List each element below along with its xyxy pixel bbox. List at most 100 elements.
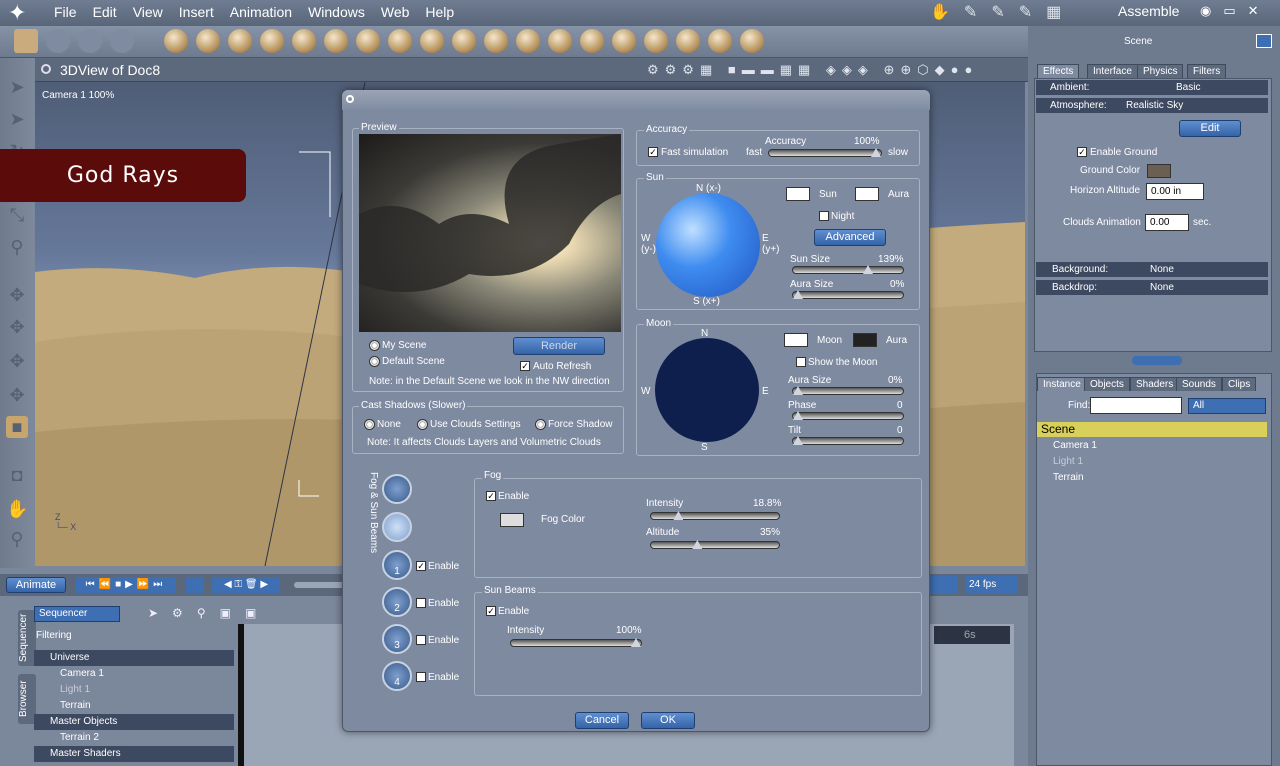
menu-view[interactable]: View (131, 0, 171, 22)
clouds-animation-input[interactable]: 0.00 (1145, 214, 1189, 231)
fog-enable-checkbox[interactable]: ✓ (486, 491, 496, 501)
target-icon[interactable] (708, 29, 732, 53)
accuracy-slider[interactable] (768, 148, 882, 157)
globe-icon[interactable] (228, 29, 252, 53)
tab-instance[interactable]: Instance (1037, 377, 1087, 391)
menu-help[interactable]: Help (423, 0, 462, 22)
aura-size-thumb[interactable] (793, 290, 803, 299)
phase-slider[interactable] (792, 411, 904, 420)
sphere-icon[interactable] (164, 29, 188, 53)
fast-sim-checkbox[interactable]: ✓ (648, 147, 658, 157)
my-scene-radio[interactable] (369, 340, 380, 351)
box-icon[interactable]: ■ (6, 416, 28, 438)
menu-insert[interactable]: Insert (177, 0, 222, 22)
window-controls[interactable]: ◉▭✕ (1200, 3, 1271, 19)
backdrop-row[interactable]: Backdrop: None (1036, 280, 1268, 295)
terrain-icon[interactable] (388, 29, 412, 53)
hierarchy-icon[interactable] (676, 29, 700, 53)
cancel-button[interactable]: Cancel (575, 712, 629, 729)
app-logo-icon[interactable]: ✦ (8, 1, 46, 25)
text-icon[interactable] (324, 29, 348, 53)
dialog-menu-icon[interactable] (346, 95, 354, 103)
tool-wrench-icon[interactable] (78, 29, 102, 53)
moon-position-orb[interactable] (655, 338, 759, 442)
torus-icon[interactable] (292, 29, 316, 53)
orbit-icon[interactable]: ✥ (6, 316, 28, 338)
cloud-layer-2-icon[interactable]: 2 (382, 587, 412, 617)
time-cursor[interactable] (238, 624, 244, 766)
tree-terrain[interactable]: Terrain (1053, 472, 1084, 483)
moon-aura-swatch[interactable] (853, 333, 877, 347)
tool-hand-icon[interactable] (46, 29, 70, 53)
track-terrain[interactable]: Terrain (34, 698, 234, 714)
dialog-titlebar[interactable] (342, 90, 930, 110)
track-camera[interactable]: Camera 1 (34, 666, 234, 682)
tab-interface[interactable]: Interface (1087, 64, 1138, 78)
bowl-icon[interactable] (580, 29, 604, 53)
zoom-view-icon[interactable]: ✥ (6, 350, 28, 372)
view-tool-icons[interactable]: ⚙⚙⚙▦ ■▬▬▦▦ ◈◈◈ ⊕⊕⬡◆●● (647, 62, 1017, 78)
sequencer-select[interactable]: Sequencer (34, 606, 120, 622)
bug-icon[interactable] (644, 29, 668, 53)
backdrop-value[interactable]: None (1150, 280, 1174, 295)
phase-thumb[interactable] (793, 411, 803, 420)
auto-refresh-checkbox[interactable]: ✓ (520, 361, 530, 371)
show-moon-checkbox[interactable] (796, 357, 806, 367)
force-shadow-radio[interactable] (535, 419, 546, 430)
scale-icon[interactable]: ⤡ (6, 204, 28, 226)
tool-wand-icon[interactable] (14, 29, 38, 53)
track-universe[interactable]: Universe (34, 650, 234, 666)
moon-color-swatch[interactable] (784, 333, 808, 347)
track-terrain2[interactable]: Terrain 2 (34, 730, 234, 746)
background-row[interactable]: Background: None (1036, 262, 1268, 277)
pointer-icon[interactable]: ➤ (6, 108, 28, 130)
panel-splitter[interactable] (1132, 356, 1182, 365)
plane-icon[interactable] (548, 29, 572, 53)
sun-size-slider[interactable] (792, 265, 904, 274)
layer3-enable-checkbox[interactable] (416, 635, 426, 645)
default-scene-radio[interactable] (369, 356, 380, 367)
edit-button[interactable]: Edit (1179, 120, 1241, 137)
view-menu-icon[interactable] (41, 64, 51, 74)
tree-scene[interactable]: Scene (1037, 422, 1267, 437)
scrub-dropdown[interactable] (930, 576, 958, 594)
move-icon[interactable]: ✥ (6, 284, 28, 306)
shadow-none-radio[interactable] (364, 419, 375, 430)
ambient-row[interactable]: Ambient: Basic (1036, 80, 1268, 95)
tab-shaders[interactable]: Shaders (1130, 377, 1180, 391)
ground-color-swatch[interactable] (1147, 164, 1171, 178)
link-icon[interactable]: ⚲ (6, 236, 28, 258)
fire-icon[interactable] (484, 29, 508, 53)
layer1-enable-checkbox[interactable]: ✓ (416, 561, 426, 571)
tab-clips[interactable]: Clips (1222, 377, 1257, 391)
plant-icon[interactable] (420, 29, 444, 53)
select-arrow-icon[interactable]: ➤ (6, 76, 28, 98)
haze-layer-icon[interactable] (382, 512, 412, 542)
bone-icon[interactable] (740, 29, 764, 53)
use-clouds-radio[interactable] (417, 419, 428, 430)
fog-altitude-slider[interactable] (650, 540, 780, 549)
cup-icon[interactable] (196, 29, 220, 53)
moon-aura-slider[interactable] (792, 386, 904, 395)
track-master-objects[interactable]: Master Objects (34, 714, 234, 730)
aura-size-slider[interactable] (792, 290, 904, 299)
tab-sounds[interactable]: Sounds (1176, 377, 1222, 391)
menu-animation[interactable]: Animation (228, 0, 300, 22)
tool-eraser-icon[interactable] (110, 29, 134, 53)
fog-color-swatch[interactable] (500, 513, 524, 527)
moon-aura-thumb[interactable] (793, 386, 803, 395)
playback-controls[interactable]: ⏮⏪■▶⏩⏭ (76, 577, 176, 593)
layer4-enable-checkbox[interactable] (416, 672, 426, 682)
beams-enable-checkbox[interactable]: ✓ (486, 606, 496, 616)
background-value[interactable]: None (1150, 262, 1174, 277)
tree-camera[interactable]: Camera 1 (1053, 440, 1097, 451)
light-icon[interactable] (612, 29, 636, 53)
menu-file[interactable]: File (52, 0, 85, 22)
tree-light[interactable]: Light 1 (1053, 456, 1083, 467)
sun-position-orb[interactable] (656, 193, 760, 297)
cloud-layer-1-icon[interactable]: 1 (382, 550, 412, 580)
sun-size-thumb[interactable] (863, 265, 873, 274)
camera-icon[interactable]: ◘ (6, 464, 28, 486)
cloud-layer-4-icon[interactable]: 4 (382, 661, 412, 691)
pan-icon[interactable]: ✥ (6, 384, 28, 406)
